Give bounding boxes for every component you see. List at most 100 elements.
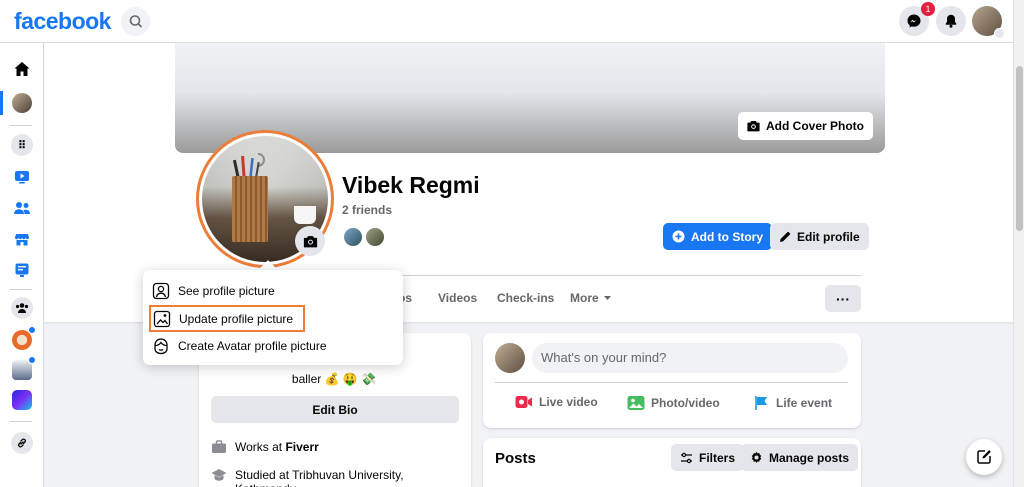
feeds-icon <box>15 263 29 277</box>
camera-icon <box>747 121 760 132</box>
live-video-icon <box>515 396 532 408</box>
life-event-label: Life event <box>776 396 833 410</box>
tab-videos[interactable]: Videos <box>438 291 477 305</box>
update-profile-picture-option[interactable]: Update profile picture <box>149 305 306 332</box>
briefcase-icon <box>212 440 226 453</box>
home-link[interactable] <box>10 57 34 81</box>
rail-divider <box>10 421 32 422</box>
profile-more-options-button[interactable]: ··· <box>825 285 861 312</box>
groups-icon <box>11 297 33 319</box>
user-square-icon <box>152 282 170 300</box>
search-button[interactable] <box>121 7 150 36</box>
edit-bio-button[interactable]: Edit Bio <box>211 396 459 423</box>
graduation-cap-icon <box>211 469 227 481</box>
home-icon <box>14 62 30 76</box>
marketplace-icon <box>15 234 29 246</box>
update-profile-picture-label: Update profile picture <box>179 311 294 326</box>
account-avatar[interactable] <box>972 6 1005 39</box>
link-icon <box>11 432 33 454</box>
wooden-cup-illustration <box>232 176 268 242</box>
friends-icon <box>14 202 30 214</box>
tab-checkins[interactable]: Check-ins <box>497 291 554 305</box>
add-cover-photo-button[interactable]: Add Cover Photo <box>738 112 873 140</box>
shortcut-avatar-icon <box>12 390 32 410</box>
friend-avatar[interactable] <box>364 226 386 248</box>
left-navigation-rail: ⠿ <box>0 43 44 487</box>
see-profile-picture-label: See profile picture <box>178 284 275 298</box>
add-to-story-button[interactable]: Add to Story <box>663 223 772 250</box>
filters-label: Filters <box>699 450 736 465</box>
add-to-story-label: Add to Story <box>691 229 763 244</box>
shortcut-link[interactable] <box>10 356 36 382</box>
create-avatar-option[interactable]: Create Avatar profile picture <box>152 335 327 357</box>
page-scrollbar[interactable] <box>1013 0 1024 487</box>
coffee-cup-illustration <box>294 206 316 224</box>
composer-avatar[interactable] <box>495 343 525 373</box>
rail-divider <box>10 289 32 290</box>
create-avatar-label: Create Avatar profile picture <box>178 339 327 353</box>
messenger-icon <box>907 14 921 28</box>
top-navigation-bar: facebook 1 <box>0 0 1024 43</box>
add-cover-photo-label: Add Cover Photo <box>766 119 864 133</box>
rail-divider <box>10 125 32 126</box>
photo-video-label: Photo/video <box>651 396 720 410</box>
chevron-down-icon <box>994 28 1005 39</box>
friends-count-link[interactable]: 2 friends <box>342 203 392 217</box>
link-history-link[interactable] <box>10 431 34 455</box>
education-info: Studied at Tribhuvan University, Kathman… <box>211 468 459 487</box>
work-text: Works at Fiverr <box>235 440 319 454</box>
plus-circle-icon <box>672 230 685 243</box>
filters-button[interactable]: Filters <box>671 444 745 471</box>
friend-avatar[interactable] <box>342 226 364 248</box>
active-indicator <box>0 91 3 115</box>
marketplace-link[interactable] <box>10 227 34 251</box>
tab-more[interactable]: More <box>570 291 612 305</box>
groups-link[interactable] <box>10 296 34 320</box>
grid-menu-icon: ⠿ <box>11 134 33 156</box>
flag-icon <box>755 396 767 410</box>
watch-link[interactable] <box>10 165 34 189</box>
search-icon <box>129 15 142 28</box>
posts-title: Posts <box>495 450 536 467</box>
works-at-prefix: Works at <box>235 440 286 454</box>
life-event-button[interactable]: Life event <box>754 395 832 411</box>
see-profile-picture-option[interactable]: See profile picture <box>152 280 275 302</box>
whats-on-your-mind-input[interactable]: What's on your mind? <box>532 343 848 373</box>
profile-link[interactable] <box>10 91 34 115</box>
watch-icon <box>15 171 29 184</box>
studied-at-text: Studied at Tribhuvan University, Kathman… <box>235 468 404 487</box>
edit-profile-button[interactable]: Edit profile <box>770 223 869 250</box>
shortcut-link[interactable] <box>10 326 36 352</box>
tab-more-label: More <box>570 291 599 305</box>
change-profile-picture-button[interactable] <box>295 226 325 256</box>
scrollbar-thumb[interactable] <box>1016 66 1023 231</box>
facebook-logo[interactable]: facebook <box>14 8 111 35</box>
caret-down-icon <box>603 296 611 300</box>
new-message-button[interactable] <box>966 439 1002 475</box>
unread-dot <box>28 326 36 334</box>
menu-link[interactable]: ⠿ <box>10 133 34 157</box>
edit-profile-label: Edit profile <box>797 229 860 244</box>
bell-icon <box>945 14 957 28</box>
live-video-button[interactable]: Live video <box>515 395 598 409</box>
feeds-link[interactable] <box>10 258 34 282</box>
friends-link[interactable] <box>10 196 34 220</box>
avatar-face-icon <box>154 338 168 355</box>
image-edit-icon <box>153 310 171 327</box>
composer-divider <box>495 382 848 383</box>
manage-posts-button[interactable]: Manage posts <box>741 444 859 471</box>
works-at-company[interactable]: Fiverr <box>285 440 318 454</box>
bio-text: baller 💰 🤑 💸 <box>291 372 377 386</box>
work-info: Works at Fiverr <box>211 440 459 454</box>
profile-name: Vibek Regmi <box>342 172 480 198</box>
pencil-icon <box>780 231 791 242</box>
shortcut-link[interactable] <box>10 388 34 412</box>
compose-icon <box>977 450 991 464</box>
photo-video-button[interactable]: Photo/video <box>627 395 720 411</box>
photo-icon <box>627 396 645 410</box>
notifications-button[interactable] <box>936 6 966 36</box>
manage-posts-label: Manage posts <box>769 450 850 465</box>
camera-icon <box>303 235 317 247</box>
gear-icon <box>751 451 762 463</box>
messenger-button[interactable]: 1 <box>899 2 935 36</box>
